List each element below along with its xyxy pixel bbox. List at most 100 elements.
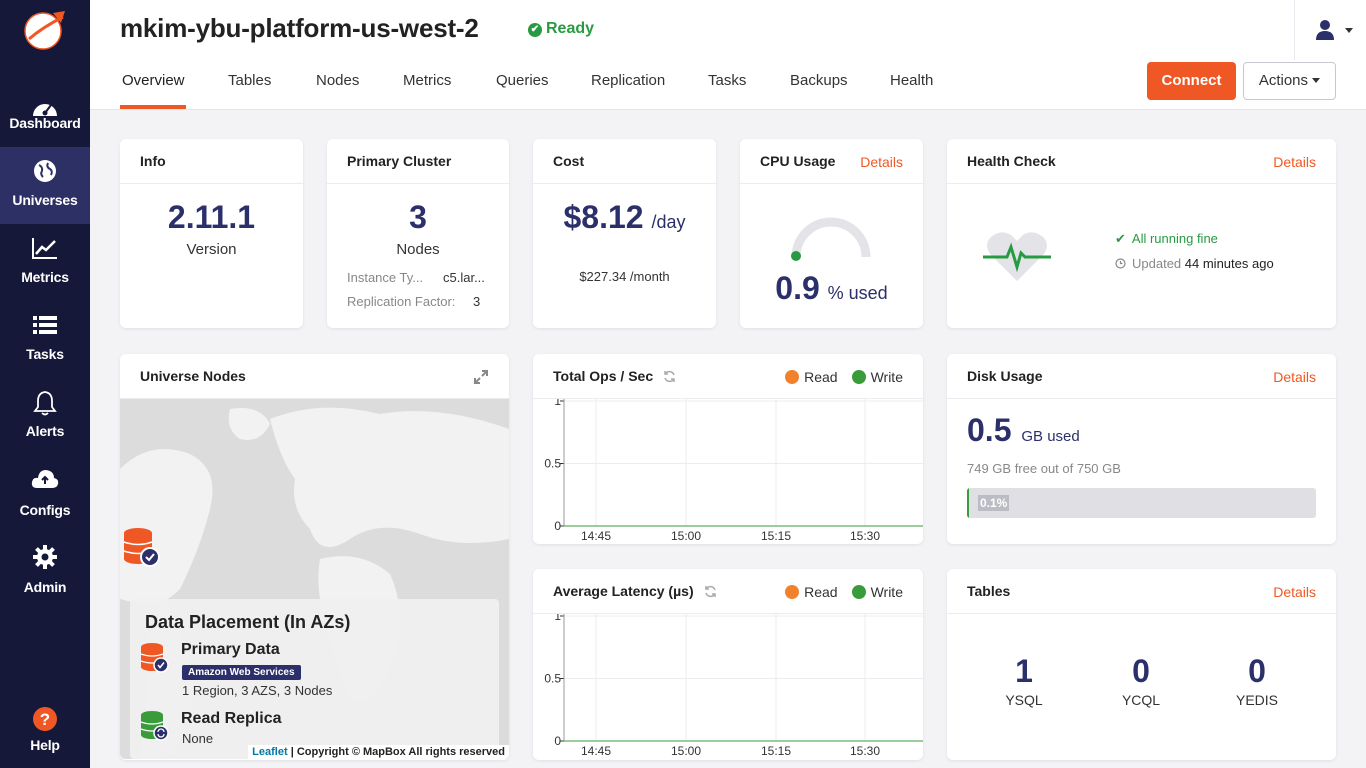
tab-nodes[interactable]: Nodes [316, 72, 359, 89]
leaflet-link[interactable]: Leaflet [252, 746, 287, 758]
legend-write-dot [851, 585, 866, 599]
sidebar-item-help[interactable]: ? Help [0, 692, 90, 768]
page-title: mkim-ybu-platform-us-west-2 [120, 13, 479, 43]
disk-details-link[interactable]: Details [1273, 369, 1316, 385]
card-title: Total Ops / Sec [553, 368, 654, 384]
cloud-icon [31, 470, 59, 488]
x-tick-label: 15:15 [761, 744, 791, 758]
world-map[interactable]: Data Placement (In AZs) Primary Data Ama… [120, 399, 509, 759]
yedis-count-block: 0 YEDIS [1217, 653, 1297, 708]
ysql-count: 1 [1015, 653, 1033, 689]
chart-legend: Read Write [785, 369, 903, 385]
sidebar-item-label: Tasks [26, 346, 64, 362]
health-updated: Updated 44 minutes ago [1115, 256, 1274, 271]
card-header: Universe Nodes [120, 354, 509, 399]
check-icon: ✔ [1115, 231, 1126, 246]
y-tick-label: 0 [554, 519, 561, 533]
primary-summary: 1 Region, 3 AZS, 3 Nodes [182, 683, 333, 698]
y-tick-label: 0.5 [544, 672, 561, 686]
health-details-link[interactable]: Details [1273, 154, 1316, 170]
total-ops-card: Total Ops / Sec Read Write 0 0.5 1 14:45 15:0… [533, 354, 923, 544]
data-placement-panel: Data Placement (In AZs) Primary Data Ama… [130, 599, 499, 759]
map-attribution: Leaflet | Copyright © MapBox All rights … [248, 745, 509, 759]
refresh-icon[interactable] [704, 585, 717, 598]
sidebar-item-alerts[interactable]: Alerts [0, 378, 90, 455]
node-marker-icon[interactable] [122, 527, 162, 569]
user-menu[interactable] [1294, 0, 1366, 60]
primary-data-title: Primary Data [181, 641, 280, 658]
card-title: Primary Cluster [327, 139, 509, 184]
actions-button[interactable]: Actions [1243, 62, 1336, 100]
card-header: Health Check Details [947, 139, 1336, 184]
globe-icon [34, 160, 56, 182]
tables-details-link[interactable]: Details [1273, 584, 1316, 600]
tab-overview[interactable]: Overview [122, 72, 185, 89]
legend-read-label: Read [804, 369, 838, 385]
tab-backups[interactable]: Backups [790, 72, 848, 89]
nodes-label: Nodes [396, 241, 440, 258]
sidebar-item-label: Dashboard [9, 115, 81, 131]
cpu-value-number: 0.9 [775, 270, 820, 306]
y-tick-label: 0.5 [544, 457, 561, 471]
status-text: Ready [546, 20, 595, 37]
read-replica-value: None [182, 731, 214, 746]
list-icon [33, 316, 57, 334]
cpu-value-unit: % used [827, 283, 888, 303]
yedis-label: YEDIS [1235, 692, 1278, 708]
yugabyte-logo[interactable] [23, 9, 67, 51]
x-tick-label: 15:30 [850, 744, 880, 758]
updated-value: 44 minutes ago [1184, 256, 1274, 271]
primary-cluster-card: Primary Cluster 3 Nodes Instance Ty... c… [327, 139, 509, 328]
cpu-details-link[interactable]: Details [860, 154, 903, 170]
ycql-count-block: 0 YCQL [1101, 653, 1181, 708]
average-latency-chart: 0 0.5 1 14:45 15:00 15:15 15:30 [544, 614, 923, 758]
sidebar-item-metrics[interactable]: Metrics [0, 224, 90, 301]
sidebar: Dashboard Universes Metrics Tasks Alerts… [0, 0, 90, 768]
replication-factor-value: 3 [473, 294, 481, 309]
cpu-gauge-fill [791, 251, 801, 261]
tab-tasks[interactable]: Tasks [708, 72, 746, 89]
total-ops-chart: 0 0.5 1 14:45 15:00 15:15 15:30 [544, 399, 923, 543]
y-tick-label: 1 [554, 399, 561, 408]
legend-write-label: Write [870, 584, 903, 600]
card-header: CPU Usage Details [740, 139, 923, 184]
card-title: Info [120, 139, 303, 184]
card-title: Disk Usage [967, 368, 1043, 384]
daily-cost: $8.12 /day [533, 199, 716, 236]
card-title: Average Latency (µs) [553, 583, 694, 599]
primary-data-icon [140, 643, 169, 673]
connect-button[interactable]: Connect [1147, 62, 1236, 100]
sidebar-item-tasks[interactable]: Tasks [0, 301, 90, 378]
tab-queries[interactable]: Queries [496, 72, 549, 89]
replication-factor-label: Replication Factor: [347, 294, 456, 309]
sidebar-item-configs[interactable]: Configs [0, 455, 90, 532]
sidebar-item-label: Alerts [25, 423, 65, 439]
sidebar-item-universes[interactable]: Universes [0, 147, 90, 224]
tab-metrics[interactable]: Metrics [403, 72, 451, 89]
placement-title: Data Placement (In AZs) [145, 612, 351, 632]
x-tick-label: 15:30 [850, 529, 880, 543]
tab-health[interactable]: Health [890, 72, 933, 89]
nodes-count: 3 [409, 199, 427, 235]
tab-replication[interactable]: Replication [591, 72, 665, 89]
x-tick-label: 14:45 [581, 744, 611, 758]
disk-used: 0.5 GB used [967, 412, 1080, 449]
y-tick-label: 1 [554, 614, 561, 623]
bell-icon [33, 391, 57, 416]
check-circle-icon: ✔ [528, 23, 542, 37]
attribution-text: | Copyright © MapBox All rights reserved [290, 746, 505, 758]
heart-pulse-icon [983, 232, 1051, 281]
legend-write-label: Write [870, 369, 903, 385]
refresh-icon[interactable] [663, 370, 676, 383]
sidebar-item-label: Configs [19, 502, 71, 518]
tab-tables[interactable]: Tables [228, 72, 271, 89]
legend-read-dot [785, 585, 800, 599]
x-tick-label: 14:45 [581, 529, 611, 543]
expand-icon[interactable] [473, 369, 489, 385]
sidebar-item-admin[interactable]: Admin [0, 532, 90, 609]
info-card: Info 2.11.1 Version [120, 139, 303, 328]
ycql-label: YCQL [1121, 692, 1161, 708]
disk-used-unit: GB used [1021, 428, 1080, 445]
clock-icon [1115, 258, 1126, 269]
version-value: 2.11.1 [167, 199, 256, 235]
